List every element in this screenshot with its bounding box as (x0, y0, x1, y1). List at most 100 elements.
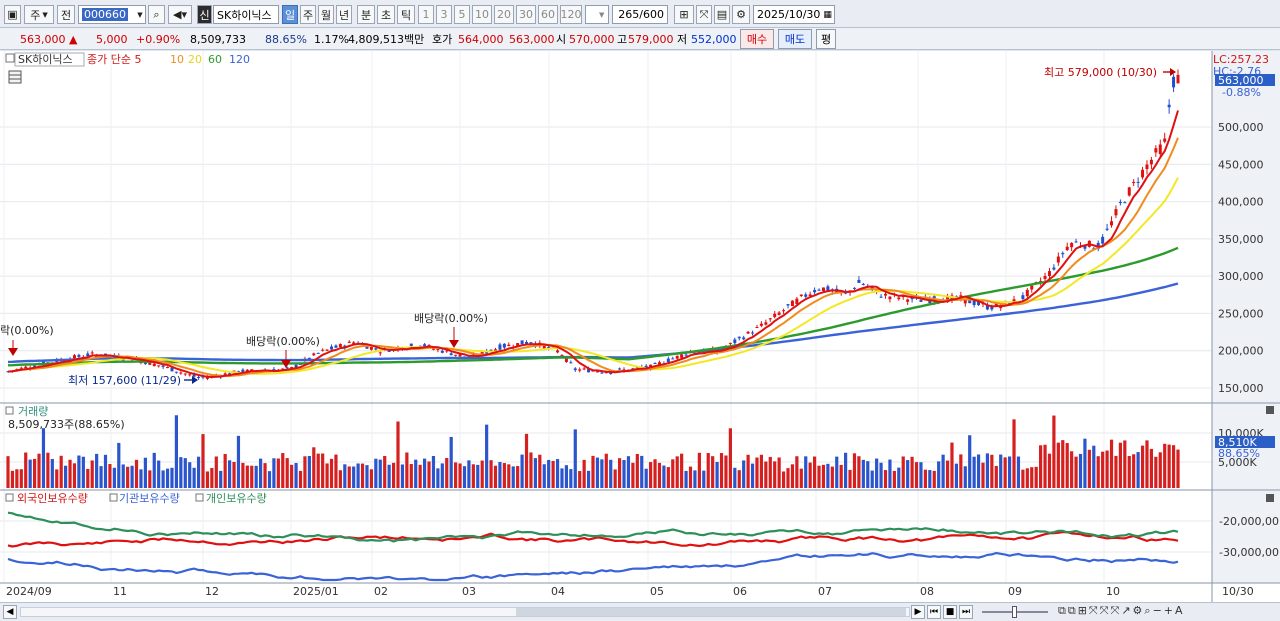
forward-icon[interactable]: ⏭ (959, 605, 973, 619)
interval-30[interactable]: 30 (516, 5, 536, 24)
volume-bar (445, 457, 449, 488)
interval-120[interactable]: 120 (560, 5, 582, 24)
scroll-right-icon[interactable]: ▶ (911, 605, 925, 619)
interval-10[interactable]: 10 (472, 5, 492, 24)
tab-second[interactable]: 초 (377, 5, 395, 24)
count-input[interactable]: 265/600 (612, 5, 668, 24)
interval-3[interactable]: 3 (436, 5, 452, 24)
y-tick-label: 250,000 (1218, 307, 1264, 320)
scroll-track[interactable] (20, 607, 910, 617)
volume-bar (750, 463, 755, 488)
candle (507, 344, 511, 347)
period-type-select[interactable]: 주 ▼ (24, 5, 54, 24)
candle (582, 368, 586, 370)
volume-bar (533, 458, 537, 488)
high-price: 579,000 (628, 32, 674, 46)
volume-bar (600, 459, 604, 488)
volume-bar (812, 456, 817, 488)
chart-window: ▣ 주 ▼ 전 000660 ▼ ⌕ ◀▾ 신 SK하이닉스 일 주 월 년 분 … (0, 0, 1280, 621)
tab-minute[interactable]: 분 (357, 5, 375, 24)
layout-icon[interactable]: ▣ (4, 5, 21, 24)
candle (1136, 181, 1140, 183)
legend-ma10: 10 (170, 53, 184, 66)
interval-1[interactable]: 1 (418, 5, 434, 24)
scroll-thumb[interactable] (516, 608, 906, 616)
volume-bar (1025, 468, 1029, 488)
volume-bar (542, 464, 546, 488)
zoom-slider-handle[interactable] (1012, 606, 1017, 618)
code-dropdown-icon[interactable]: ▼ (134, 5, 146, 24)
stock-name-field[interactable]: SK하이닉스 (213, 5, 279, 24)
volume-bar (1061, 440, 1065, 488)
volume-bar (290, 464, 294, 488)
candle (436, 348, 440, 350)
volume-bar (626, 456, 631, 488)
candle (1101, 236, 1105, 244)
dividend-marker-1: 락(0.00%) (0, 324, 54, 337)
rewind-icon[interactable]: ⏮ (927, 605, 941, 619)
volume-bar (657, 462, 662, 488)
buy-button[interactable]: 매수 (740, 29, 774, 49)
calendar-icon[interactable]: ▦ (823, 10, 832, 20)
volume-bar (440, 463, 444, 488)
volume-bar (892, 470, 896, 488)
tab-day[interactable]: 일 (282, 5, 298, 24)
interval-20[interactable]: 20 (494, 5, 514, 24)
volume-bar (387, 464, 391, 488)
search-icon[interactable]: ⌕ (148, 5, 165, 24)
volume-bar (733, 467, 737, 488)
volume-bar (1154, 456, 1158, 488)
volume-bar (609, 459, 613, 488)
pane-close-icon[interactable] (1266, 494, 1274, 502)
candle (188, 374, 192, 376)
candle (906, 299, 910, 302)
volume-bar (121, 464, 125, 488)
volume-bar (976, 454, 981, 488)
legend-ma120: 120 (229, 53, 250, 66)
gear-icon[interactable]: ⚙ (732, 5, 750, 24)
volume-bar (923, 469, 927, 488)
save-icon[interactable]: ▤ (714, 5, 730, 24)
volume-bar (400, 464, 405, 488)
volume-bar (55, 469, 59, 488)
volume-bar (329, 458, 334, 488)
tab-month[interactable]: 월 (318, 5, 334, 24)
volume-bar (19, 469, 23, 488)
new-badge[interactable]: 신 (197, 5, 212, 24)
stop-icon[interactable]: ■ (943, 605, 957, 619)
up-arrow-icon: ▲ (69, 32, 78, 46)
volume-bar (786, 468, 790, 488)
volume-bar (1109, 439, 1114, 488)
volume-bar (24, 452, 28, 488)
candle (782, 310, 786, 312)
volume-bar (1052, 415, 1056, 488)
sound-icon[interactable]: ◀▾ (168, 5, 192, 24)
candle (347, 341, 351, 343)
interval-5[interactable]: 5 (454, 5, 470, 24)
eval-button[interactable]: 평 (816, 29, 836, 49)
indicator-icon[interactable]: ⤧ (696, 5, 712, 24)
chart-tools-icons[interactable]: ⧉⧉⊞⤧⤧⤧↗⚙⌕−+A (1058, 604, 1185, 618)
tab-week[interactable]: 주 (300, 5, 316, 24)
volume-bar (6, 456, 10, 488)
scroll-left-icon[interactable]: ◀ (3, 605, 17, 619)
date-input[interactable]: 2025/10/30 ▦ (753, 5, 835, 24)
tab-year[interactable]: 년 (336, 5, 352, 24)
volume-bar (143, 457, 147, 488)
interval-custom-input[interactable]: ▼ (585, 5, 609, 24)
volume-bar (1056, 442, 1060, 488)
candle-type-icon[interactable]: ⊞ (674, 5, 694, 24)
sell-button[interactable]: 매도 (778, 29, 812, 49)
tab-tick[interactable]: 틱 (397, 5, 415, 24)
pane-close-icon[interactable] (1266, 406, 1274, 414)
interval-60[interactable]: 60 (538, 5, 558, 24)
table-icon[interactable] (8, 70, 22, 84)
volume-bar (236, 435, 241, 488)
legend-individual: 개인보유수량 (206, 492, 267, 505)
volume-bar (937, 461, 941, 488)
prev-button[interactable]: 전 (57, 5, 75, 24)
y-tick-label: -20,000,00 (1219, 515, 1279, 528)
volume-bar (866, 461, 870, 488)
volume-bar (378, 459, 382, 488)
stock-chart[interactable]: 500,000 450,000 400,000 350,000 300,000 250,0… (0, 51, 1280, 602)
